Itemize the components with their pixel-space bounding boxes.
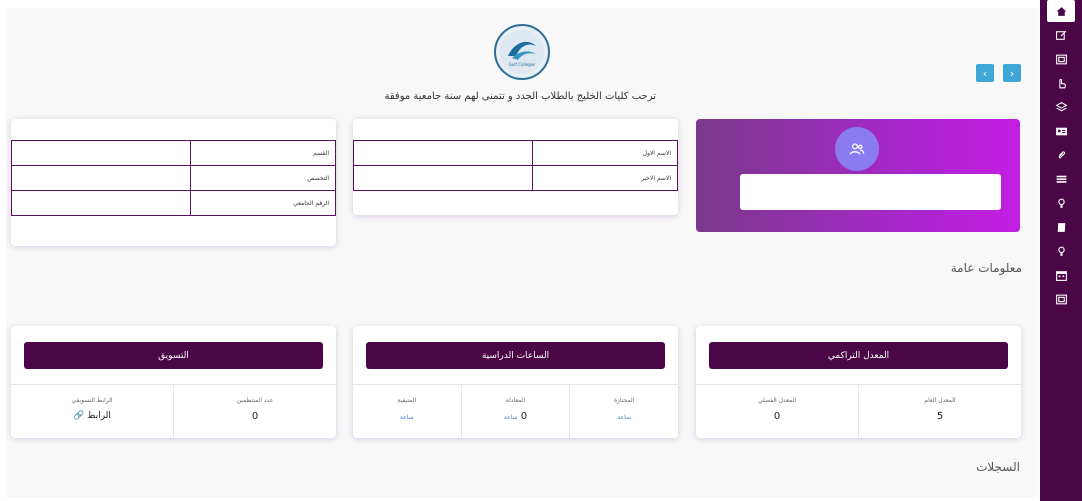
gpa-stats: المعدل العام 5 المعدل الفصلي 0 bbox=[696, 384, 1021, 438]
university-id-value bbox=[10, 190, 192, 216]
marketing-stats: عدد المنتظمين 0 الرابط التسويقي الرابط 🔗 bbox=[11, 384, 336, 438]
table-row: القسم bbox=[10, 140, 336, 166]
major-label: التخصص bbox=[190, 165, 336, 191]
study-hours-card: الساعات الدراسية المجتازة ساعة المعادلة … bbox=[353, 326, 678, 438]
logo-mark-icon: Gulf Colleges bbox=[500, 30, 544, 74]
sidebar bbox=[1040, 0, 1082, 501]
sidebar-item-ideas[interactable] bbox=[1040, 192, 1082, 214]
passed-hours-stat: المجتازة ساعة bbox=[569, 384, 678, 438]
id-card-icon bbox=[1055, 294, 1067, 304]
stat-label: المعادلة bbox=[505, 397, 526, 404]
logo-text: Gulf Colleges bbox=[509, 62, 535, 67]
marketing-card: التسويق عدد المنتظمين 0 الرابط التسويقي … bbox=[11, 326, 336, 438]
equivalent-hours-stat: المعادلة 0 ساعة bbox=[460, 384, 570, 438]
table-row: الاسم الاول bbox=[352, 140, 678, 166]
general-info-heading: معلومات عامة bbox=[950, 261, 1022, 275]
first-name-label: الاسم الاول bbox=[532, 140, 678, 166]
sidebar-item-book[interactable] bbox=[1040, 216, 1082, 238]
student-department-card: القسم التخصص الرقم الجامعي bbox=[10, 119, 336, 246]
enrolled-count-stat: عدد المنتظمين 0 bbox=[173, 384, 336, 438]
contact-card-icon bbox=[1055, 127, 1067, 135]
university-id-label: الرقم الجامعي bbox=[190, 190, 336, 216]
main-content: Gulf Colleges ترحب كليات الخليج بالطلاب … bbox=[6, 8, 1038, 498]
department-value bbox=[10, 140, 192, 166]
records-heading: السجلات bbox=[976, 460, 1020, 474]
profile-card bbox=[696, 119, 1020, 232]
student-name-card: الاسم الاول الاسم الاخير bbox=[352, 119, 678, 215]
lightbulb-icon bbox=[1057, 198, 1065, 208]
stat-label: المعدل الفصلي bbox=[758, 397, 796, 404]
sidebar-item-tips[interactable] bbox=[1040, 240, 1082, 262]
stat-label: المعدل العام bbox=[924, 397, 956, 404]
student-name-box bbox=[740, 174, 1001, 210]
stat-label: المجتازة bbox=[613, 397, 635, 404]
stat-value: 5 bbox=[936, 411, 944, 422]
last-name-label: الاسم الاخير bbox=[532, 165, 678, 191]
semester-gpa-stat: المعدل الفصلي 0 bbox=[696, 384, 858, 438]
table-row: التخصص bbox=[10, 165, 336, 191]
remaining-hours-stat: المتبقية ساعة bbox=[353, 384, 461, 438]
layers-icon bbox=[1055, 101, 1067, 111]
sidebar-item-layers[interactable] bbox=[1040, 96, 1082, 118]
gpa-title: المعدل التراكمي bbox=[709, 342, 1008, 369]
sidebar-item-list[interactable] bbox=[1040, 168, 1082, 190]
major-value bbox=[10, 165, 192, 191]
stat-unit: ساعة bbox=[617, 414, 631, 421]
stat-value: 0 bbox=[520, 411, 528, 422]
first-name-value bbox=[352, 140, 534, 166]
gpa-card: المعدل التراكمي المعدل العام 5 المعدل ال… bbox=[696, 326, 1021, 438]
list-icon bbox=[1056, 175, 1066, 183]
overall-gpa-stat: المعدل العام 5 bbox=[858, 384, 1021, 438]
home-button[interactable] bbox=[1047, 0, 1075, 22]
college-logo: Gulf Colleges bbox=[494, 24, 550, 80]
edit-icon bbox=[1055, 30, 1066, 40]
sidebar-item-attachments[interactable] bbox=[1040, 144, 1082, 166]
sidebar-item-hand[interactable] bbox=[1040, 72, 1082, 94]
book-icon bbox=[1057, 222, 1065, 232]
stat-value: 0 bbox=[773, 411, 781, 422]
home-icon bbox=[1056, 6, 1066, 16]
carousel-prev-button[interactable]: ‹ bbox=[976, 64, 994, 82]
users-icon bbox=[849, 143, 865, 155]
page: Gulf Colleges ترحب كليات الخليج بالطلاب … bbox=[0, 0, 1082, 501]
marketing-link-text[interactable]: الرابط bbox=[87, 411, 111, 421]
sidebar-item-edit[interactable] bbox=[1040, 24, 1082, 46]
stat-label: الرابط التسويقي bbox=[71, 397, 113, 404]
stat-label: المتبقية bbox=[397, 397, 417, 404]
table-row: الرقم الجامعي bbox=[10, 190, 336, 216]
marketing-link[interactable]: الرابط 🔗 bbox=[73, 411, 111, 421]
stat-label: عدد المنتظمين bbox=[236, 397, 274, 404]
name-table: الاسم الاول الاسم الاخير bbox=[352, 140, 678, 191]
sidebar-item-id-card[interactable] bbox=[1040, 48, 1082, 70]
department-table: القسم التخصص الرقم الجامعي bbox=[10, 140, 336, 216]
stat-unit: ساعة bbox=[503, 414, 518, 421]
department-label: القسم bbox=[190, 140, 336, 166]
lightbulb-icon bbox=[1057, 246, 1065, 256]
marketing-link-stat: الرابط التسويقي الرابط 🔗 bbox=[11, 384, 173, 438]
sidebar-item-contact[interactable] bbox=[1040, 120, 1082, 142]
link-icon: 🔗 bbox=[73, 411, 85, 421]
paperclip-icon bbox=[1058, 150, 1065, 158]
avatar bbox=[835, 127, 879, 171]
study-hours-title: الساعات الدراسية bbox=[366, 342, 665, 369]
welcome-message: ترحب كليات الخليج بالطلاب الجدد و تتمنى … bbox=[384, 91, 657, 102]
calendar-icon bbox=[1055, 270, 1067, 281]
last-name-value bbox=[352, 165, 534, 191]
marketing-title: التسويق bbox=[24, 342, 323, 369]
sidebar-item-card[interactable] bbox=[1040, 288, 1082, 310]
table-row: الاسم الاخير bbox=[352, 165, 678, 191]
stat-unit: ساعة bbox=[399, 414, 414, 421]
carousel-next-button[interactable]: › bbox=[1003, 64, 1021, 82]
id-card-icon bbox=[1055, 54, 1067, 64]
hours-stats: المجتازة ساعة المعادلة 0 ساعة المتبقية س… bbox=[353, 384, 678, 438]
stat-value: 0 bbox=[251, 411, 259, 422]
sidebar-item-calendar[interactable] bbox=[1040, 264, 1082, 286]
hand-icon bbox=[1058, 78, 1066, 88]
